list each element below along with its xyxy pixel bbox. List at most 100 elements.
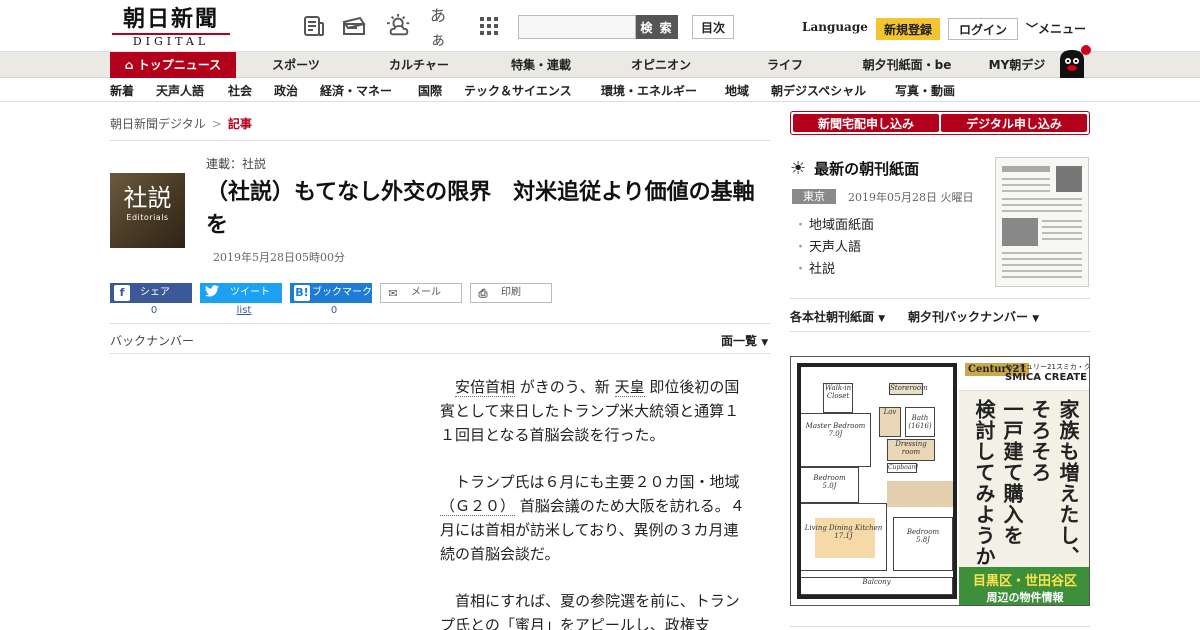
ad-copy-panel: Century21 センチュリー21スミカ・クリエイト SMICA CREATE… [959,357,1089,605]
search-button[interactable]: 検 索 [636,15,678,39]
print-label: 印刷 [501,287,521,298]
room-size: 5.8J [916,536,930,544]
divider [110,140,770,141]
backnumber-dropdown[interactable]: 朝夕刊バックナンバー ▼ [908,308,1039,325]
subnav-item[interactable]: 国際 [418,82,442,99]
toc-button[interactable]: 目次 [692,15,734,39]
hatena-icon: B! [294,285,310,301]
tweet-button[interactable]: ツイート [200,283,282,303]
subnav-item[interactable]: 地域 [725,82,749,99]
print-icon: ⎙ [478,287,488,300]
sidebar-link[interactable]: 社説 [794,258,835,277]
bookmark-label: ブックマーク [312,287,372,298]
nav-tab-features[interactable]: 特集・連載 [482,52,600,78]
newspaper-icon[interactable] [301,13,327,39]
print-button[interactable]: ⎙ 印刷 [470,283,552,303]
mail-button[interactable]: ✉ メール [380,283,462,303]
facebook-share-count: 0 [150,305,158,316]
chevron-down-icon: ﹀ [1026,22,1039,36]
search-input[interactable] [518,15,636,39]
language-link[interactable]: Language [802,20,868,34]
region-badge: 東京 [792,189,836,204]
digital-subscribe-button[interactable]: デジタル申し込み [941,114,1087,132]
sidebar-link[interactable]: 天声人語 [794,236,861,255]
hatena-bookmark-button[interactable]: B! ブックマーク [290,283,372,303]
subnav-item[interactable]: 経済・マネー [320,82,392,99]
subnav-item[interactable]: 新着 [110,82,134,99]
subnav-item[interactable]: テック＆サイエンス [464,82,572,99]
series-label[interactable]: 連載：社説 [206,155,266,172]
grid-icon[interactable] [476,13,502,39]
room-label: Dressing room [887,439,935,461]
backnumber-label[interactable]: バックナンバー [110,332,194,349]
divider [790,626,1090,627]
signup-button[interactable]: 新規登録 [876,18,940,40]
dropdown-label: 朝夕刊バックナンバー [908,310,1029,324]
ad-area-banner: 目黒区・世田谷区 周辺の物件情報 [959,567,1089,605]
kitchen-counter [887,481,953,507]
page-list-label: 面一覧 [721,334,758,348]
regional-editions-dropdown[interactable]: 各本社朝刊紙面 ▼ [790,308,885,325]
breadcrumb-home[interactable]: 朝日新聞デジタル [110,117,206,131]
subnav-item[interactable]: 朝デジスペシャル [771,82,866,99]
nav-tab-sports[interactable]: スポーツ [236,52,356,78]
room-label: Walk-in Closet [823,383,853,413]
font-size-icon[interactable]: あぁ [430,6,456,49]
mascot-icon [1060,45,1091,78]
real-estate-ad[interactable]: Walk-in Closet Storeroom Master Bedroom … [790,356,1090,606]
nav-tab-my[interactable]: MY朝デジ [974,52,1060,78]
floor-plan: Walk-in Closet Storeroom Master Bedroom … [797,363,957,599]
room-label: Bath [911,414,929,422]
site-logo[interactable]: 朝日新聞 DIGITAL [112,7,230,48]
room-label: Balcony [801,577,953,595]
thumbnail-english: Editorials [126,213,169,222]
secondary-nav: 新着 天声人語 社会 政治 経済・マネー 国際 テック＆サイエンス 環境・エネル… [0,78,1200,102]
subnav-item[interactable]: 天声人語 [156,82,204,99]
subnav-item[interactable]: 政治 [274,82,298,99]
ad-copy-line: 検討してみようか。 [972,399,996,588]
divider [790,298,1090,299]
paragraph-text: がきのう、新 [519,378,610,396]
divider [110,323,770,324]
nav-tab-paper[interactable]: 朝夕刊紙面・be [848,52,966,78]
ticket-icon[interactable] [342,13,368,39]
nav-tab-culture[interactable]: カルチャー [356,52,482,78]
ad-brand: Century21 センチュリー21スミカ・クリエイト SMICA CREATE [959,357,1089,391]
keyword-link[interactable]: 天皇 [614,378,645,397]
divider [790,331,1090,332]
paragraph: 首相にすれば、夏の参院選を前に、トランプ氏との「蜜月」をアピールし、政権支 [440,592,740,630]
newspaper-thumbnail[interactable] [995,157,1089,287]
menu-button[interactable]: ﹀メニュー [1026,20,1086,37]
brand-name: SMICA CREATE [1005,372,1087,383]
breadcrumb: 朝日新聞デジタル > 記事 [110,115,252,132]
breadcrumb-separator: > [211,117,222,131]
ad-copy-line: 一戸建て購入を [1000,399,1024,546]
room-label: Master Bedroom [805,422,866,430]
subnav-item[interactable]: 環境・エネルギー [601,82,697,99]
home-icon: ⌂ [124,58,138,72]
room-label: Living Dining Kitchen [804,524,883,532]
chevron-down-icon: ▼ [761,338,769,348]
weather-icon[interactable] [386,13,412,39]
ad-area: 目黒区・世田谷区 [972,574,1077,589]
room-living: Living Dining Kitchen 17.1J [801,503,887,571]
sidebar-link[interactable]: 地域面紙面 [794,214,874,233]
share-label: シェア [140,287,170,298]
heading-text: 最新の朝刊紙面 [814,160,920,178]
nav-tab-opinion[interactable]: オピニオン [600,52,722,78]
page-list-dropdown[interactable]: 面一覧 ▼ [721,332,768,349]
login-button[interactable]: ログイン [948,18,1018,40]
subnav-item[interactable]: 社会 [228,82,252,99]
ad-copy-line: 家族も増えたし、 [1056,399,1080,567]
keyword-link[interactable]: （Ｇ２０） [440,497,516,516]
tweet-count-link[interactable]: list [203,305,285,316]
menu-label: メニュー [1038,22,1087,36]
facebook-share-button[interactable]: f シェア [110,283,192,303]
subnav-item[interactable]: 写真・動画 [895,82,955,99]
nav-tab-life[interactable]: ライフ [722,52,848,78]
ad-copy-line: そろそろ [1028,399,1052,483]
home-delivery-button[interactable]: 新聞宅配申し込み [793,114,939,132]
nav-tab-top-news[interactable]: ⌂ トップニュース [110,52,236,78]
keyword-link[interactable]: 安倍首相 [455,378,516,397]
paper-date: 2019年05月28日 火曜日 [848,191,974,204]
